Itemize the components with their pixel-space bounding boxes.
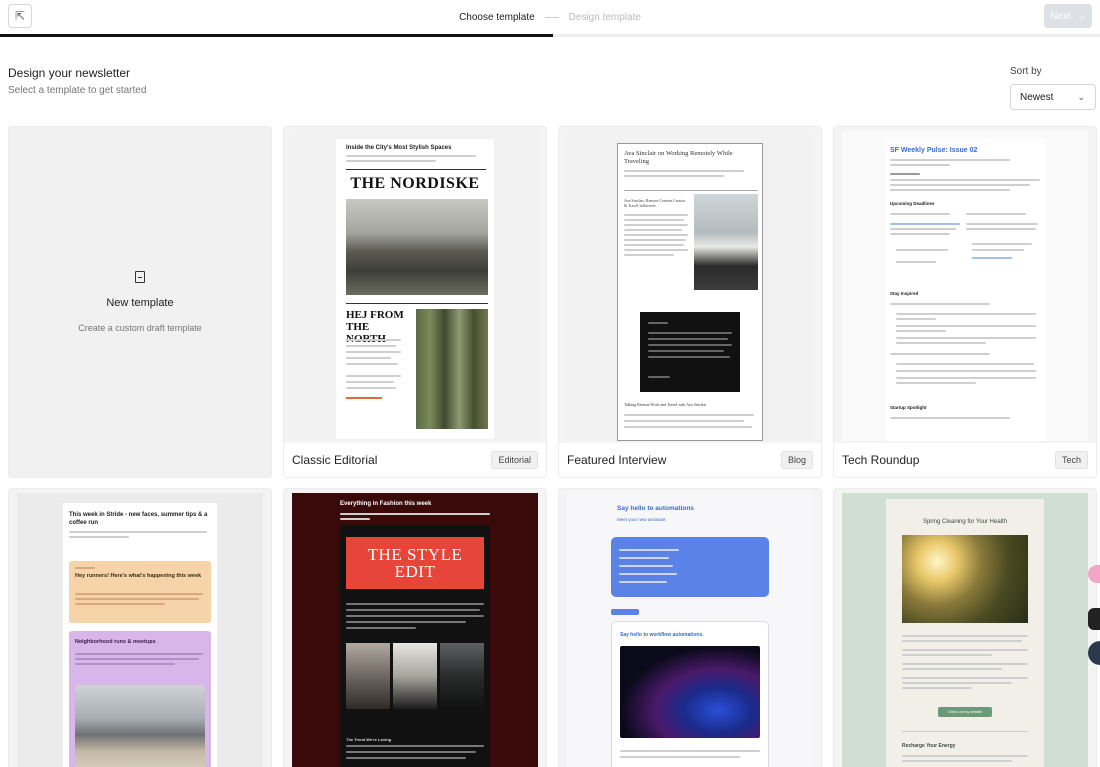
portrait-photo: [694, 194, 758, 290]
card-footer: Classic Editorial Editorial: [284, 443, 546, 477]
progress-bar: [0, 34, 1100, 37]
preview-footer-head: The Trend We're Loving: [346, 737, 392, 742]
template-tag: Tech: [1054, 451, 1088, 469]
preview-headline: Inside the City's Most Stylish Spaces: [346, 145, 452, 151]
template-preview: Spring Cleaning for Your Health Check ou…: [842, 493, 1088, 767]
template-name: Tech Roundup: [842, 453, 920, 467]
template-preview: This week in Stride - new faces, summer …: [17, 493, 263, 767]
new-template-title: New template: [106, 297, 174, 309]
template-card-tech-roundup[interactable]: SF Weekly Pulse: Issue 02 Upcoming Deadl…: [833, 126, 1097, 478]
card-footer: Featured Interview Blog: [559, 443, 821, 477]
template-card-health[interactable]: Spring Cleaning for Your Health Check ou…: [833, 488, 1097, 767]
runway-photo-2: [393, 643, 437, 709]
preview-headline: Everything in Fashion this week: [340, 501, 432, 507]
floating-widget-pink[interactable]: [1088, 565, 1100, 583]
preview-headline: Ava Sinclair on Working Remotely While T…: [624, 150, 733, 165]
quote-block: [640, 312, 740, 392]
template-card-featured-interview[interactable]: Ava Sinclair on Working Remotely While T…: [558, 126, 822, 478]
stride-box-2: Neighborhood runs & meetups: [69, 631, 211, 767]
next-button[interactable]: Next →: [1044, 4, 1092, 28]
step-separator: [544, 16, 559, 18]
preview-section: Say hello to workflow automations.: [620, 632, 704, 638]
preview-headline: SF Weekly Pulse: Issue 02: [890, 147, 978, 154]
preview-subhead: Ava Sinclair: Remote Content Creator & T…: [624, 198, 686, 208]
preview-headline: This week in Stride - new faces, summer …: [69, 512, 208, 526]
preview-footer-head: Talking Remote Work and Travel with Ava …: [624, 402, 707, 407]
template-tag: Blog: [780, 451, 813, 469]
template-card-automations[interactable]: Say hello to automations Meet your new a…: [558, 488, 822, 767]
template-card-classic-editorial[interactable]: Inside the City's Most Stylish Spaces TH…: [283, 126, 547, 478]
preview-section-3: Startup Spotlight: [890, 405, 927, 410]
abstract-art: [620, 646, 760, 738]
floating-book-icon[interactable]: [1088, 608, 1100, 630]
website-button-label: Check out my website: [947, 710, 983, 714]
chevron-down-icon: ⌄: [1077, 91, 1085, 102]
arrow-right-icon: →: [1075, 10, 1086, 22]
preview-headline: Say hello to automations: [617, 505, 694, 512]
sort-select[interactable]: Newest ⌄: [1010, 84, 1096, 110]
page-subtitle: Select a template to get started: [8, 85, 147, 96]
card-footer: Tech Roundup Tech: [834, 443, 1096, 477]
preview-box-1: Hey runners! Here's what's happening thi…: [75, 573, 202, 579]
top-bar: ⇱ Choose template Design template Next →: [0, 0, 1100, 34]
template-preview: Everything in Fashion this week THE STYL…: [292, 493, 538, 767]
runway-photo-1: [346, 643, 390, 709]
preview-masthead: THE NORDISKE: [350, 175, 480, 192]
template-name: Featured Interview: [567, 453, 667, 467]
preview-headline: Spring Cleaning for Your Health: [922, 519, 1008, 525]
step-choose-template[interactable]: Choose template: [459, 12, 535, 23]
preview-subhead: Meet your new assistant: [617, 517, 666, 522]
stepper: Choose template Design template: [0, 0, 1100, 34]
step-design-template[interactable]: Design template: [569, 12, 641, 23]
automation-list: [611, 537, 769, 597]
automation-badge: [611, 609, 639, 615]
style-edit-banner: THE STYLE EDIT: [346, 537, 484, 589]
template-preview: SF Weekly Pulse: Issue 02 Upcoming Deadl…: [842, 131, 1088, 441]
new-template-card[interactable]: New template Create a custom draft templ…: [8, 126, 272, 478]
progress-fill: [0, 34, 553, 37]
template-name: Classic Editorial: [292, 453, 378, 467]
sort-value: Newest: [1020, 91, 1054, 103]
preview-box-2: Neighborhood runs & meetups: [75, 639, 156, 645]
template-tag: Editorial: [491, 451, 538, 469]
stride-box-1: Hey runners! Here's what's happening thi…: [69, 561, 211, 623]
preview-masthead: THE STYLE EDIT: [367, 545, 463, 581]
page-title: Design your newsletter: [8, 66, 131, 80]
template-preview: Ava Sinclair on Working Remotely While T…: [567, 131, 813, 441]
sort-label: Sort by: [1010, 66, 1042, 77]
template-card-stride[interactable]: This week in Stride - new faces, summer …: [8, 488, 272, 767]
preview-section-1: Upcoming Deadlines: [890, 201, 935, 206]
website-button[interactable]: Check out my website: [938, 707, 992, 717]
forest-photo: [416, 309, 488, 429]
template-preview: Inside the City's Most Stylish Spaces TH…: [292, 131, 538, 441]
next-button-label: Next: [1050, 10, 1071, 22]
runway-photo-3: [440, 643, 484, 709]
document-icon: [135, 271, 145, 283]
new-template-subtitle: Create a custom draft template: [78, 323, 202, 333]
template-preview: Say hello to automations Meet your new a…: [567, 493, 813, 767]
runners-photo: [75, 685, 205, 767]
template-card-style-edit[interactable]: Everything in Fashion this week THE STYL…: [283, 488, 547, 767]
mountain-photo: [346, 199, 488, 295]
sunlit-path-photo: [902, 535, 1028, 623]
preview-section: Recharge Your Energy: [902, 743, 956, 749]
preview-section-2: Stay Inspired: [890, 291, 919, 296]
